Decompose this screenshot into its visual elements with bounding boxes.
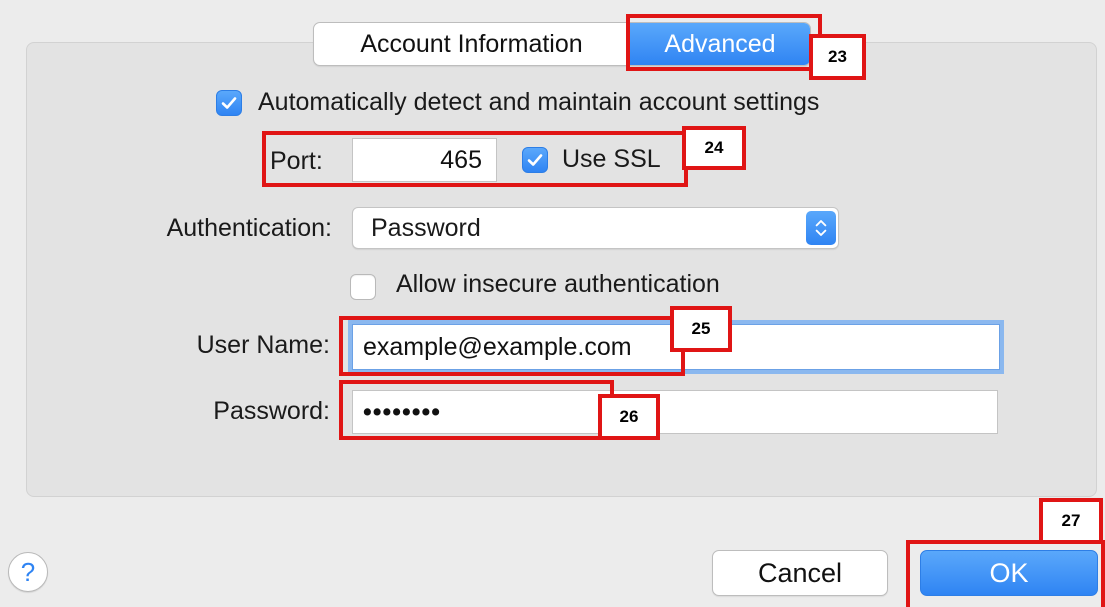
- user-name-label: User Name:: [196, 331, 330, 359]
- auto-detect-checkbox[interactable]: [216, 90, 242, 116]
- allow-insecure-label: Allow insecure authentication: [396, 270, 720, 298]
- annotation-number-25: 25: [670, 306, 732, 352]
- authentication-select[interactable]: Password: [352, 207, 839, 249]
- help-icon: ?: [20, 556, 36, 587]
- annotation-number-23: 23: [809, 34, 866, 80]
- annotation-number-26: 26: [598, 394, 660, 440]
- chevron-updown-icon: [806, 211, 836, 245]
- annotation-number-27: 27: [1039, 498, 1103, 544]
- cancel-button[interactable]: Cancel: [712, 550, 888, 596]
- annotation-box-password: [339, 380, 614, 440]
- annotation-number-24: 24: [682, 126, 746, 170]
- help-button[interactable]: ?: [8, 552, 48, 592]
- tab-account-information[interactable]: Account Information: [314, 23, 630, 65]
- allow-insecure-checkbox[interactable]: [350, 274, 376, 300]
- authentication-label: Authentication:: [166, 214, 332, 242]
- auto-detect-label: Automatically detect and maintain accoun…: [258, 88, 820, 116]
- password-label: Password:: [213, 397, 330, 425]
- annotation-box-port-ssl: [262, 131, 688, 187]
- ok-button[interactable]: OK: [920, 550, 1098, 596]
- annotation-box-advanced: [626, 14, 822, 71]
- checkmark-icon: [221, 97, 237, 109]
- authentication-value: Password: [371, 213, 481, 242]
- annotation-box-user-name: [339, 316, 685, 376]
